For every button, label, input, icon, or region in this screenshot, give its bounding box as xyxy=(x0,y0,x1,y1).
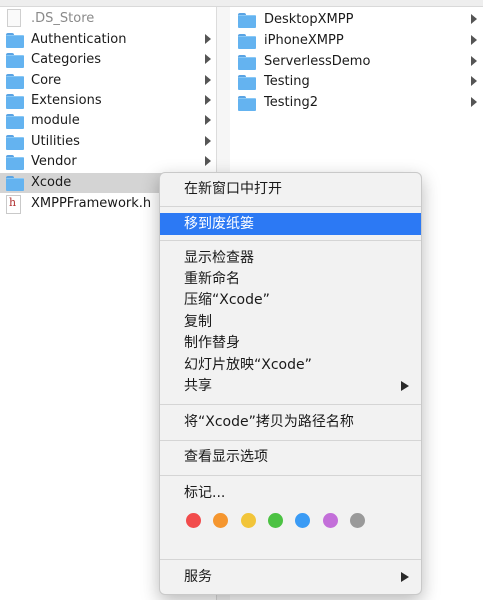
chevron-right-icon xyxy=(471,56,477,66)
folder-icon xyxy=(238,75,256,90)
item-label: Utilities xyxy=(31,134,80,149)
menu-item-label: 查看显示选项 xyxy=(184,449,268,465)
menu-item-label: 共享 xyxy=(184,378,212,394)
document-icon xyxy=(7,9,21,27)
submenu-arrow-icon xyxy=(401,572,409,582)
menu-item-label: 将“Xcode”拷贝为路径名称 xyxy=(184,414,354,430)
chevron-right-icon xyxy=(471,97,477,107)
tag-yellow-dot[interactable] xyxy=(241,513,256,528)
menu-item-slideshow[interactable]: 幻灯片放映“Xcode” xyxy=(160,354,421,376)
item-label: .DS_Store xyxy=(31,11,95,26)
menu-item-label: 服务 xyxy=(184,569,212,585)
tag-purple-dot[interactable] xyxy=(323,513,338,528)
menu-item-move-to-trash[interactable]: 移到废纸篓 xyxy=(160,213,421,235)
list-item-ds-store[interactable]: .DS_Store xyxy=(0,9,217,29)
chevron-right-icon xyxy=(471,14,477,24)
header-file-icon: h xyxy=(6,195,21,214)
chevron-right-icon xyxy=(205,95,211,105)
folder-icon xyxy=(6,33,24,48)
item-label: Extensions xyxy=(31,93,102,108)
menu-item-services[interactable]: 服务 xyxy=(160,566,421,588)
list-item-authentication[interactable]: Authentication xyxy=(0,30,217,50)
chevron-right-icon xyxy=(205,156,211,166)
menu-item-label: 显示检查器 xyxy=(184,250,254,266)
item-label: ServerlessDemo xyxy=(264,54,371,69)
item-label: Authentication xyxy=(31,32,127,47)
menu-item-tags[interactable]: 标记... xyxy=(160,482,421,504)
folder-icon xyxy=(6,155,24,170)
tag-gray-dot[interactable] xyxy=(350,513,365,528)
folder-icon xyxy=(238,34,256,49)
chevron-right-icon xyxy=(205,34,211,44)
context-menu: 在新窗口中打开 移到废纸篓 显示检查器 重新命名 压缩“Xcode” 复制 制作… xyxy=(159,172,422,595)
list-item-extensions[interactable]: Extensions xyxy=(0,91,217,111)
list-item-iphonexmpp[interactable]: iPhoneXMPP xyxy=(230,31,483,51)
folder-icon xyxy=(6,74,24,89)
folder-icon xyxy=(238,55,256,70)
tag-green-dot[interactable] xyxy=(268,513,283,528)
menu-item-make-alias[interactable]: 制作替身 xyxy=(160,332,421,354)
menu-item-label: 重新命名 xyxy=(184,271,240,287)
list-item-serverlessdemo[interactable]: ServerlessDemo xyxy=(230,52,483,72)
menu-separator xyxy=(160,206,421,207)
menu-item-label: 移到废纸篓 xyxy=(184,216,254,232)
folder-icon xyxy=(6,94,24,109)
tag-blue-dot[interactable] xyxy=(295,513,310,528)
item-label: module xyxy=(31,113,80,128)
tag-red-dot[interactable] xyxy=(186,513,201,528)
item-label: Categories xyxy=(31,52,102,67)
menu-item-label: 复制 xyxy=(184,314,212,330)
chevron-right-icon xyxy=(471,35,477,45)
menu-item-get-info[interactable]: 显示检查器 xyxy=(160,247,421,269)
item-label: Xcode xyxy=(31,175,72,190)
list-item-testing[interactable]: Testing xyxy=(230,72,483,92)
list-item-utilities[interactable]: Utilities xyxy=(0,132,217,152)
menu-separator xyxy=(160,240,421,241)
chevron-right-icon xyxy=(205,136,211,146)
menu-item-label: 幻灯片放映“Xcode” xyxy=(184,357,312,373)
chevron-right-icon xyxy=(205,54,211,64)
menu-item-share[interactable]: 共享 xyxy=(160,375,421,397)
item-label: Core xyxy=(31,73,62,88)
list-item-testing2[interactable]: Testing2 xyxy=(230,93,483,113)
title-bar-strip xyxy=(0,0,483,7)
item-label: iPhoneXMPP xyxy=(264,33,344,48)
folder-icon xyxy=(6,114,24,129)
item-label: Vendor xyxy=(31,154,77,169)
folder-icon xyxy=(238,96,256,111)
list-item-vendor[interactable]: Vendor xyxy=(0,152,217,172)
list-item-core[interactable]: Core xyxy=(0,71,217,91)
submenu-arrow-icon xyxy=(401,381,409,391)
chevron-right-icon xyxy=(205,75,211,85)
chevron-right-icon xyxy=(205,115,211,125)
item-label: Testing xyxy=(264,74,310,89)
menu-item-label: 制作替身 xyxy=(184,335,240,351)
menu-item-duplicate[interactable]: 复制 xyxy=(160,311,421,333)
menu-separator xyxy=(160,475,421,476)
item-label: XMPPFramework.h xyxy=(31,196,152,211)
folder-icon xyxy=(6,135,24,150)
menu-separator xyxy=(160,559,421,560)
chevron-right-icon xyxy=(471,76,477,86)
folder-icon xyxy=(6,53,24,68)
tag-orange-dot[interactable] xyxy=(213,513,228,528)
menu-separator xyxy=(160,404,421,405)
folder-icon xyxy=(238,13,256,28)
item-label: Testing2 xyxy=(264,95,318,110)
menu-item-label: 压缩“Xcode” xyxy=(184,292,270,308)
menu-item-copy-path[interactable]: 将“Xcode”拷贝为路径名称 xyxy=(160,411,421,433)
list-item-categories[interactable]: Categories xyxy=(0,50,217,70)
item-label: DesktopXMPP xyxy=(264,12,354,27)
menu-item-compress[interactable]: 压缩“Xcode” xyxy=(160,289,421,311)
list-item-desktopxmpp[interactable]: DesktopXMPP xyxy=(230,10,483,30)
menu-separator xyxy=(160,440,421,441)
list-item-module[interactable]: module xyxy=(0,111,217,131)
menu-item-label: 标记... xyxy=(184,485,226,501)
folder-icon xyxy=(6,176,24,191)
menu-item-view-options[interactable]: 查看显示选项 xyxy=(160,446,421,468)
menu-item-open-new-window[interactable]: 在新窗口中打开 xyxy=(160,178,421,200)
menu-item-label: 在新窗口中打开 xyxy=(184,181,282,197)
menu-item-rename[interactable]: 重新命名 xyxy=(160,268,421,290)
